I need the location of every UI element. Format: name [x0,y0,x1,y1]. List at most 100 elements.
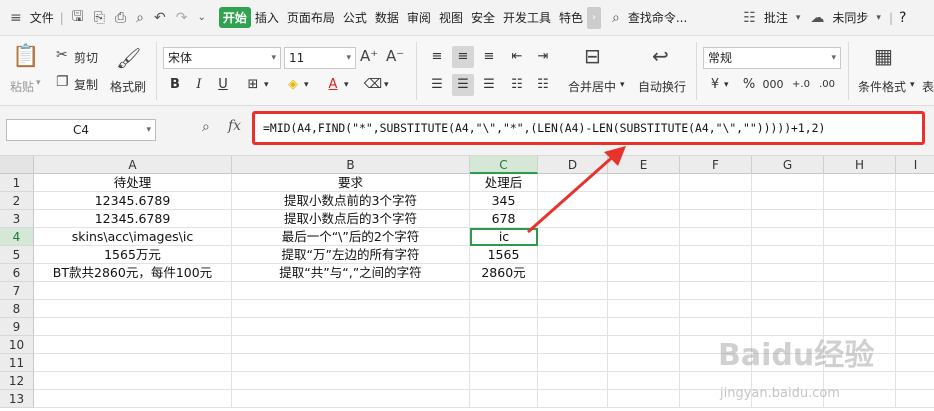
cell-g2[interactable] [752,192,824,210]
tab-home[interactable]: 开始 [218,7,251,28]
chevron-down-icon[interactable]: ⌄ [192,12,210,23]
bold-button[interactable]: B [164,74,186,96]
redo-icon[interactable]: ↷ [171,10,193,26]
cell-h6[interactable] [824,264,896,282]
cell-e6[interactable] [608,264,680,282]
cell-i5[interactable] [896,246,934,264]
more-tabs-button[interactable]: › [587,6,601,29]
font-name-select[interactable]: 宋体 ▾ [163,47,281,69]
cell-f7[interactable] [680,282,752,300]
cell-f5[interactable] [680,246,752,264]
paste-button[interactable]: 粘贴 [10,78,34,95]
column-header-g[interactable]: G [752,156,824,174]
cell-f6[interactable] [680,264,752,282]
cell-i7[interactable] [896,282,934,300]
justify-icon[interactable]: ☷ [506,74,528,96]
cell-c13[interactable] [470,390,538,408]
cell-g3[interactable] [752,210,824,228]
table-style-button[interactable]: 表 [922,78,934,95]
cell-c10[interactable] [470,336,538,354]
row-header-11[interactable]: 11 [0,354,34,372]
tab-data[interactable]: 数据 [371,9,403,26]
cell-g1[interactable] [752,174,824,192]
cell-i10[interactable] [896,336,934,354]
cell-a3[interactable]: 12345.6789 [34,210,232,228]
row-header-4[interactable]: 4 [0,228,34,246]
cell-a10[interactable] [34,336,232,354]
column-header-b[interactable]: B [232,156,470,174]
cell-i13[interactable] [896,390,934,408]
conditional-format-button[interactable]: 条件格式 [858,78,906,95]
increase-font-icon[interactable]: A⁺ [360,47,378,65]
cell-b10[interactable] [232,336,470,354]
cell-e12[interactable] [608,372,680,390]
cell-b12[interactable] [232,372,470,390]
preview-icon[interactable]: ⌕ [131,10,149,26]
thousands-icon[interactable]: 000 [762,74,784,96]
tab-formulas[interactable]: 公式 [339,9,371,26]
align-middle-icon[interactable]: ≡ [452,46,474,68]
cell-e7[interactable] [608,282,680,300]
cell-a5[interactable]: 1565万元 [34,246,232,264]
cell-i3[interactable] [896,210,934,228]
cell-e9[interactable] [608,318,680,336]
cell-h4[interactable] [824,228,896,246]
cell-i8[interactable] [896,300,934,318]
cell-i6[interactable] [896,264,934,282]
cell-h7[interactable] [824,282,896,300]
cell-c7[interactable] [470,282,538,300]
row-header-13[interactable]: 13 [0,390,34,408]
cell-b7[interactable] [232,282,470,300]
row-header-1[interactable]: 1 [0,174,34,192]
column-header-f[interactable]: F [680,156,752,174]
cell-b4[interactable]: 最后一个“\”后的2个字符 [232,228,470,246]
cut-button[interactable]: 剪切 [74,49,98,66]
tab-special[interactable]: 特色 [555,9,587,26]
cell-a6[interactable]: BT款共2860元，每件100元 [34,264,232,282]
name-box[interactable]: C4 ▾ [6,119,156,141]
copy-button[interactable]: 复制 [74,76,98,93]
indent-increase-icon[interactable]: ⇥ [532,46,554,68]
cell-b1[interactable]: 要求 [232,174,470,192]
cell-h8[interactable] [824,300,896,318]
tab-view[interactable]: 视图 [435,9,467,26]
cell-b11[interactable] [232,354,470,372]
cell-i9[interactable] [896,318,934,336]
row-header-5[interactable]: 5 [0,246,34,264]
cell-a12[interactable] [34,372,232,390]
align-top-icon[interactable]: ≡ [426,46,448,68]
cell-i4[interactable] [896,228,934,246]
cell-g4[interactable] [752,228,824,246]
increase-decimal-icon[interactable]: +.0 [790,74,812,96]
cell-d6[interactable] [538,264,608,282]
cell-h3[interactable] [824,210,896,228]
fx-icon[interactable]: fx [228,118,241,134]
font-size-select[interactable]: 11 ▾ [284,47,356,69]
align-right-icon[interactable]: ☰ [478,74,500,96]
row-header-7[interactable]: 7 [0,282,34,300]
cell-f1[interactable] [680,174,752,192]
cell-a11[interactable] [34,354,232,372]
cell-d5[interactable] [538,246,608,264]
cell-a2[interactable]: 12345.6789 [34,192,232,210]
percent-icon[interactable]: % [738,74,760,96]
paste-icon[interactable]: 📋 [12,44,39,69]
cell-d12[interactable] [538,372,608,390]
cell-f2[interactable] [680,192,752,210]
cell-b8[interactable] [232,300,470,318]
cell-g8[interactable] [752,300,824,318]
cell-d10[interactable] [538,336,608,354]
cell-f8[interactable] [680,300,752,318]
hamburger-icon[interactable]: ≡ [0,10,27,26]
row-header-8[interactable]: 8 [0,300,34,318]
cell-i2[interactable] [896,192,934,210]
cell-b9[interactable] [232,318,470,336]
cell-a9[interactable] [34,318,232,336]
row-header-6[interactable]: 6 [0,264,34,282]
align-left-icon[interactable]: ☰ [426,74,448,96]
zoom-icon[interactable]: ⌕ [202,119,210,135]
currency-icon[interactable]: ¥ [704,74,726,96]
decrease-font-icon[interactable]: A⁻ [386,47,404,65]
cell-b2[interactable]: 提取小数点前的3个字符 [232,192,470,210]
help-button[interactable]: ? [896,10,909,26]
